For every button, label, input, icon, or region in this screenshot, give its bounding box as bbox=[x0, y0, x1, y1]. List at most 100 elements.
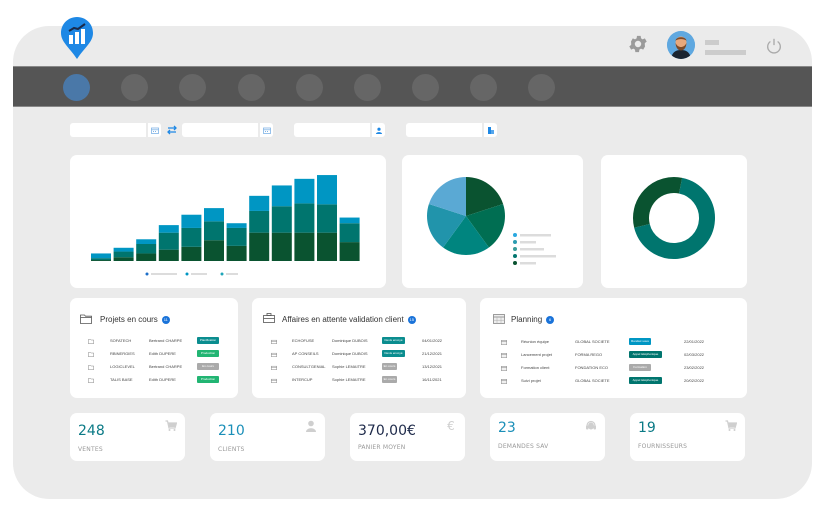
kpi-card-suppliers[interactable]: 19 FOURNISSEURS bbox=[630, 413, 745, 461]
power-icon[interactable] bbox=[765, 37, 783, 55]
bar-segment-5-series-2[interactable] bbox=[181, 227, 202, 247]
company-filter-field[interactable] bbox=[406, 123, 497, 144]
deal-row[interactable]: CONSULTGENIAL Sophie LEMAITRE En cours 1… bbox=[252, 363, 466, 371]
project-row[interactable]: TALIS BASE Edith DUPERE Production bbox=[70, 376, 238, 384]
nav-item-7[interactable] bbox=[412, 74, 439, 101]
bar-segment-9-series-3[interactable] bbox=[271, 185, 292, 207]
bar-segment-12-series-1[interactable] bbox=[339, 242, 360, 261]
date-to-input[interactable] bbox=[182, 130, 256, 144]
bar-segment-7-series-3[interactable] bbox=[226, 223, 247, 228]
kpi-card-sales[interactable]: 248 VENTES bbox=[70, 413, 185, 461]
main-navbar bbox=[13, 66, 812, 107]
date-from-input[interactable] bbox=[70, 130, 144, 144]
planning-row[interactable]: Formation client FONDATION ECO Formation… bbox=[480, 364, 747, 372]
date-to-field[interactable] bbox=[182, 123, 273, 144]
bar-segment-8-series-2[interactable] bbox=[249, 210, 270, 233]
nav-item-9[interactable] bbox=[528, 74, 555, 101]
bar-segment-12-series-3[interactable] bbox=[339, 217, 360, 224]
bar-segment-11-series-2[interactable] bbox=[317, 204, 337, 233]
bar-segment-2-series-3[interactable] bbox=[113, 247, 134, 252]
swap-arrows-icon[interactable] bbox=[166, 124, 178, 136]
bar-segment-10-series-1[interactable] bbox=[294, 232, 315, 261]
deal-date: 04/01/2022 bbox=[422, 338, 443, 343]
bar-segment-6-series-2[interactable] bbox=[204, 221, 224, 241]
bar-segment-7-series-2[interactable] bbox=[226, 227, 247, 246]
planning-row[interactable]: Réunion équipe GLOBAL SOCIETE Rendez-vou… bbox=[480, 338, 747, 346]
nav-item-2[interactable] bbox=[121, 74, 148, 101]
date-from-field[interactable] bbox=[70, 123, 161, 144]
deal-date: 21/12/2021 bbox=[422, 351, 443, 356]
calendar-icon[interactable] bbox=[258, 123, 273, 137]
bar-segment-12-series-2[interactable] bbox=[339, 223, 360, 243]
bar-segment-1-series-1[interactable] bbox=[91, 260, 111, 261]
bar-segment-10-series-2[interactable] bbox=[294, 203, 315, 233]
bar-segment-9-series-1[interactable] bbox=[271, 232, 292, 261]
project-row[interactable]: SOFATECH Bertrand CHARPE Planification bbox=[70, 337, 238, 345]
deal-row[interactable]: ECHOFUSE Dominique DUBOIS Devis envoyé 0… bbox=[252, 337, 466, 345]
avatar[interactable] bbox=[667, 31, 695, 59]
app-logo[interactable] bbox=[60, 16, 94, 60]
status-badge: Devis envoyé bbox=[382, 350, 405, 357]
bar-segment-10-series-3[interactable] bbox=[294, 178, 315, 204]
bar-segment-7-series-1[interactable] bbox=[226, 245, 247, 261]
status-badge: Planification bbox=[197, 337, 219, 344]
deal-row[interactable]: INTERCUP Sophie LEMAITRE En cours 16/11/… bbox=[252, 376, 466, 384]
donut-segment-2[interactable] bbox=[633, 177, 683, 228]
bar-segment-6-series-3[interactable] bbox=[204, 208, 224, 222]
bar-segment-1-series-3[interactable] bbox=[91, 253, 111, 259]
kpi-card-average-basket[interactable]: 370,00€ PANIER MOYEN € bbox=[350, 413, 465, 461]
deal-row[interactable]: AP CONSEILS Dominique DUBOIS Devis envoy… bbox=[252, 350, 466, 358]
user-filter-input[interactable] bbox=[294, 130, 368, 144]
company-filter-input[interactable] bbox=[406, 130, 480, 144]
nav-item-3[interactable] bbox=[179, 74, 206, 101]
kpi-card-support-requests[interactable]: 23 DEMANDES SAV bbox=[490, 413, 605, 461]
bar-segment-2-series-2[interactable] bbox=[113, 251, 134, 258]
bar-segment-4-series-1[interactable] bbox=[158, 249, 179, 261]
bar-segment-3-series-2[interactable] bbox=[136, 244, 157, 254]
bar-segment-8-series-3[interactable] bbox=[249, 195, 270, 211]
bar-segment-5-series-3[interactable] bbox=[181, 214, 202, 228]
bar-segment-2-series-1[interactable] bbox=[113, 257, 134, 261]
bar-segment-1-series-2[interactable] bbox=[91, 258, 111, 261]
pie-legend-marker-1 bbox=[513, 233, 517, 237]
gear-icon[interactable] bbox=[627, 33, 649, 55]
folder-icon bbox=[88, 339, 94, 344]
kpi-label: VENTES bbox=[78, 446, 103, 453]
deal-contact: Dominique DUBOIS bbox=[332, 338, 368, 343]
planning-panel: Planning 6 Réunion équipe GLOBAL SOCIETE … bbox=[480, 298, 747, 398]
nav-item-6[interactable] bbox=[354, 74, 381, 101]
calendar-icon[interactable] bbox=[146, 123, 161, 137]
bar-segment-4-series-3[interactable] bbox=[158, 225, 179, 233]
nav-item-1[interactable] bbox=[63, 74, 90, 101]
projects-count-badge: 11 bbox=[161, 315, 170, 324]
bar-segment-3-series-3[interactable] bbox=[136, 239, 157, 244]
nav-item-8[interactable] bbox=[470, 74, 497, 101]
nav-item-5[interactable] bbox=[296, 74, 323, 101]
project-row[interactable]: RBINERGIES Edith DUPERE Production bbox=[70, 350, 238, 358]
deal-company: AP CONSEILS bbox=[292, 351, 319, 356]
bar-segment-3-series-1[interactable] bbox=[136, 253, 157, 261]
pending-deals-count-badge: 15 bbox=[407, 315, 416, 324]
briefcase-icon bbox=[271, 339, 277, 344]
project-row[interactable]: LOGICLEVEL Bertrand CHARPE En cours bbox=[70, 363, 238, 371]
planning-row[interactable]: Lancement projet FORMA REGO Appel téléph… bbox=[480, 351, 747, 359]
bar-segment-11-series-1[interactable] bbox=[317, 232, 337, 261]
user-filter-field[interactable] bbox=[294, 123, 385, 144]
legend-label-3 bbox=[226, 273, 238, 275]
calendar-icon bbox=[501, 340, 507, 345]
bar-segment-6-series-1[interactable] bbox=[204, 240, 224, 261]
bar-segment-4-series-2[interactable] bbox=[158, 232, 179, 250]
kpi-card-clients[interactable]: 210 CLIENTS bbox=[210, 413, 325, 461]
calendar-icon bbox=[501, 379, 507, 384]
bar-segment-9-series-2[interactable] bbox=[271, 206, 292, 233]
project-company: TALIS BASE bbox=[110, 377, 133, 382]
nav-item-4[interactable] bbox=[238, 74, 265, 101]
bar-segment-8-series-1[interactable] bbox=[249, 232, 270, 261]
bar-segment-11-series-3[interactable] bbox=[317, 175, 337, 205]
folder-icon bbox=[88, 378, 94, 383]
user-icon[interactable] bbox=[370, 123, 385, 137]
bar-segment-5-series-1[interactable] bbox=[181, 246, 202, 261]
pie-legend-marker-3 bbox=[513, 247, 517, 251]
planning-row[interactable]: Suivi projet GLOBAL SOCIETE Appel téléph… bbox=[480, 377, 747, 385]
building-icon[interactable] bbox=[482, 123, 497, 137]
